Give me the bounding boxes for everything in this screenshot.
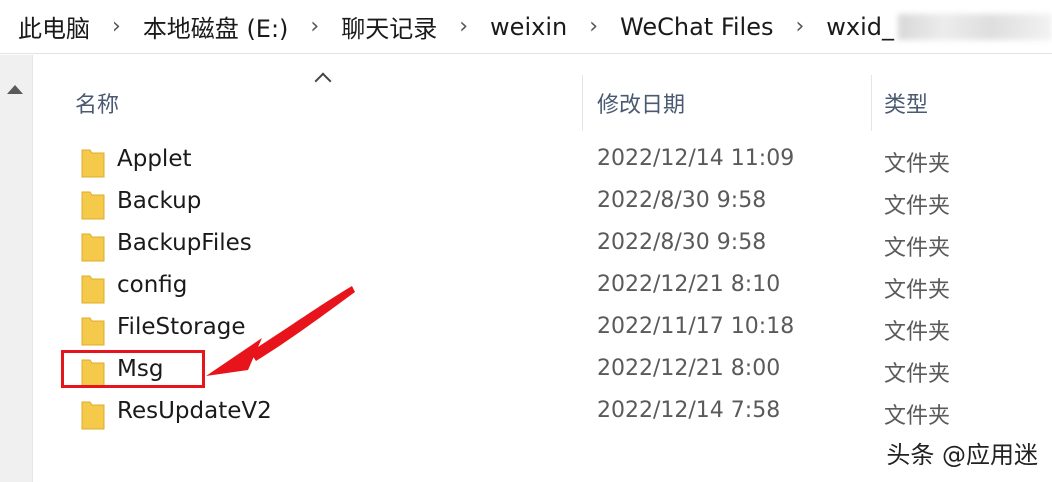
file-date: 2022/11/17 10:18 — [597, 314, 795, 339]
folder-icon — [81, 191, 105, 220]
chevron-right-icon[interactable]: › — [112, 14, 121, 39]
file-row-filestorage[interactable]: FileStorage 2022/11/17 10:18 文件夹 — [33, 308, 1052, 350]
vertical-scrollbar[interactable] — [0, 55, 33, 482]
file-type: 文件夹 — [884, 278, 951, 303]
watermark: 头条 @应用迷 — [886, 441, 1038, 469]
folder-icon — [81, 275, 105, 304]
file-date: 2022/12/21 8:10 — [597, 272, 781, 297]
folder-icon — [81, 401, 105, 430]
file-type: 文件夹 — [884, 236, 951, 261]
file-type: 文件夹 — [884, 194, 951, 219]
annotation-highlight-box — [61, 350, 205, 388]
breadcrumb-item-wechat-files[interactable]: WeChat Files — [618, 13, 775, 41]
column-header: 名称 修改日期 类型 — [33, 55, 1052, 145]
breadcrumb-item-weixin[interactable]: weixin — [488, 13, 569, 41]
file-name: ResUpdateV2 — [117, 398, 272, 424]
file-date: 2022/12/21 8:00 — [597, 356, 781, 381]
breadcrumb-item-this-pc[interactable]: 此电脑 — [16, 9, 92, 44]
file-row-backup[interactable]: Backup 2022/8/30 9:58 文件夹 — [33, 182, 1052, 224]
column-type-header[interactable]: 类型 — [884, 87, 928, 119]
file-type: 文件夹 — [884, 152, 951, 177]
file-list: Applet 2022/12/14 11:09 文件夹 Backup 2022/… — [33, 140, 1052, 434]
file-date: 2022/8/30 9:58 — [597, 230, 767, 255]
file-name: FileStorage — [117, 314, 246, 340]
folder-icon — [81, 317, 105, 346]
chevron-right-icon[interactable]: › — [589, 14, 598, 39]
file-row-resupdatev2[interactable]: ResUpdateV2 2022/12/14 7:58 文件夹 — [33, 392, 1052, 434]
folder-icon — [81, 233, 105, 262]
file-date: 2022/12/14 11:09 — [597, 146, 795, 171]
breadcrumb-item-chat-records[interactable]: 聊天记录 — [339, 9, 439, 44]
chevron-right-icon[interactable]: › — [310, 14, 319, 39]
folder-icon — [81, 149, 105, 178]
file-name: BackupFiles — [117, 230, 252, 256]
file-row-applet[interactable]: Applet 2022/12/14 11:09 文件夹 — [33, 140, 1052, 182]
chevron-right-icon[interactable]: › — [459, 14, 468, 39]
file-row-backupfiles[interactable]: BackupFiles 2022/8/30 9:58 文件夹 — [33, 224, 1052, 266]
sort-ascending-icon — [314, 72, 332, 90]
file-type: 文件夹 — [884, 320, 951, 345]
file-name: Applet — [117, 146, 192, 172]
file-type: 文件夹 — [884, 362, 951, 387]
scroll-up-arrow-icon[interactable] — [7, 85, 23, 94]
redacted-blur — [898, 13, 1052, 40]
file-date: 2022/12/14 7:58 — [597, 398, 781, 423]
breadcrumb-item-drive-e[interactable]: 本地磁盘 (E:) — [141, 9, 291, 44]
breadcrumb-item-wxid[interactable]: wxid_ — [824, 13, 896, 41]
column-name-header[interactable]: 名称 — [75, 87, 119, 119]
breadcrumb: 此电脑 › 本地磁盘 (E:) › 聊天记录 › weixin › WeChat… — [0, 0, 1052, 54]
column-divider[interactable] — [871, 75, 872, 131]
file-row-config[interactable]: config 2022/12/21 8:10 文件夹 — [33, 266, 1052, 308]
chevron-right-icon[interactable]: › — [795, 14, 804, 39]
file-type: 文件夹 — [884, 404, 951, 429]
column-divider[interactable] — [582, 75, 583, 131]
column-date-header[interactable]: 修改日期 — [597, 87, 685, 119]
file-name: Backup — [117, 188, 202, 214]
file-name: config — [117, 272, 188, 298]
file-date: 2022/8/30 9:58 — [597, 188, 767, 213]
